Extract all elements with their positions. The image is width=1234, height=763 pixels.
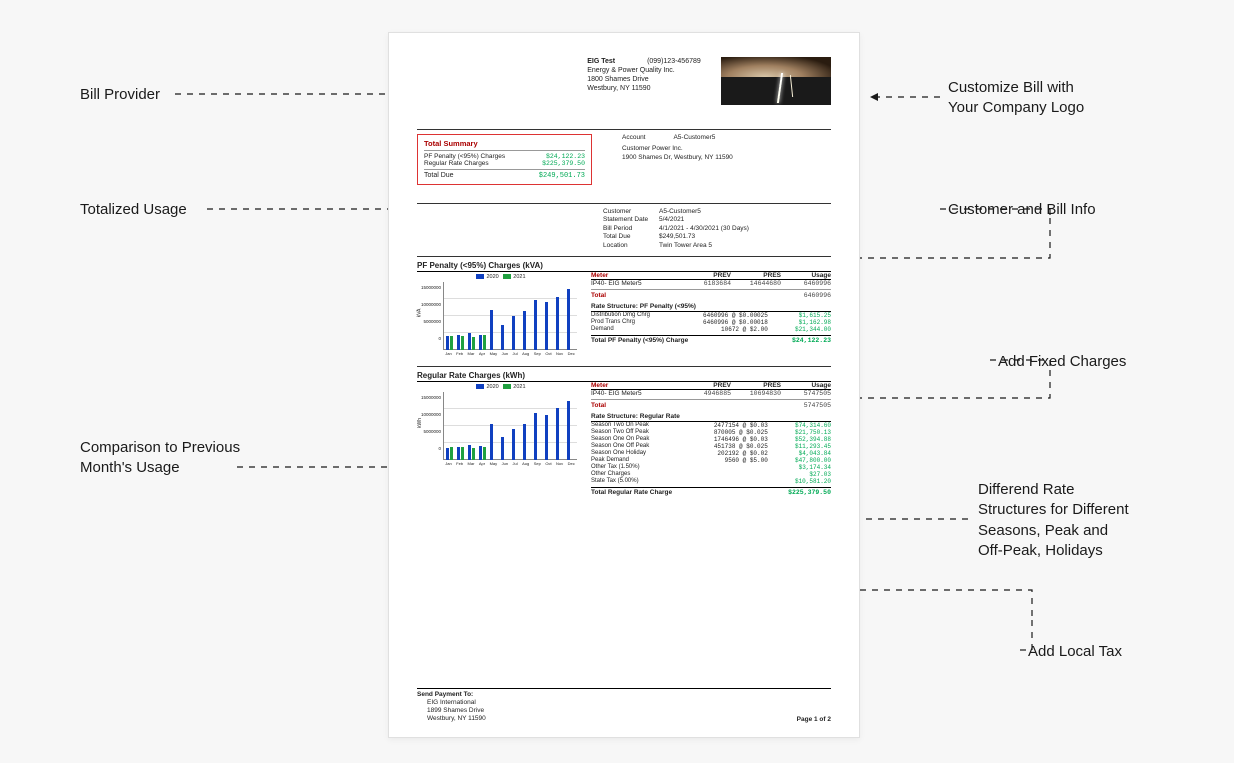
provider-block: EIG Test (099)123-456789 Energy & Power … [587, 57, 701, 105]
summary-title: Total Summary [424, 139, 585, 151]
footer-l2: 1899 Shames Drive [417, 707, 831, 715]
footer-l3: Westbury, NY 11590 [417, 715, 831, 723]
reg-pres: 10694830 [731, 390, 781, 397]
reg-total-usage: 5747505 [781, 402, 831, 409]
bill-page: EIG Test (099)123-456789 Energy & Power … [388, 32, 860, 738]
rate-line: Other Charges$27.03 [591, 471, 831, 478]
rate-line: Season One Off Peak451738 @ $0.025$11,29… [591, 443, 831, 450]
pf-hdr-usage: Usage [781, 272, 831, 279]
callout-add-tax: Add Local Tax [1028, 642, 1122, 662]
legend-2021: 2021 [513, 274, 525, 280]
reg-tot-chg-amt: $225,379.50 [788, 489, 831, 496]
reg-meter-name: IP40- EIG Meter5 [591, 390, 681, 397]
total-summary-box: Total Summary PF Penalty (<95%) Charges $… [417, 134, 592, 185]
account-addr: 1900 Shames Dr, Westbury, NY 11590 [622, 154, 733, 162]
reg-section-title: Regular Rate Charges (kWh) [417, 371, 831, 382]
provider-addr1: 1800 Shames Drive [587, 75, 701, 84]
summary-td-amt: $249,501.73 [539, 172, 585, 180]
reg-prev: 4946885 [681, 390, 731, 397]
pf-pres: 14644680 [731, 280, 781, 287]
info-period-v: 4/1/2021 - 4/30/2021 (30 Days) [659, 225, 749, 233]
pf-tot-chg-label: Total PF Penalty (<95%) Charge [591, 337, 792, 344]
reg-hdr-pres: PRES [731, 382, 781, 389]
reg-rs-title: Rate Structure: Regular Rate [591, 413, 831, 422]
rate-line: Other Tax (1.50%)$3,174.34 [591, 464, 831, 471]
rate-line: State Tax (5.00%)$10,581.20 [591, 478, 831, 485]
company-logo [721, 57, 831, 105]
pf-hdr-meter: Meter [591, 272, 681, 279]
bill-footer: Send Payment To: EIG International 1899 … [417, 688, 831, 724]
info-loc-k: Location [603, 242, 659, 250]
bill-header: EIG Test (099)123-456789 Energy & Power … [417, 57, 831, 105]
info-customer-v: A5-Customer5 [659, 208, 701, 216]
footer-title: Send Payment To: [417, 691, 831, 699]
summary-l1-amt: $24,122.23 [546, 153, 585, 160]
reg-meter-block: Meter PREV PRES Usage IP40- EIG Meter5 4… [591, 382, 831, 496]
rate-line: Demand10672 @ $2.00$21,344.00 [591, 326, 831, 333]
callout-totalized-usage: Totalized Usage [80, 200, 187, 220]
rate-line: Season One Holiday202192 @ $0.02$4,043.8… [591, 450, 831, 457]
rate-line: Season One On Peak1746496 @ $0.03$52,394… [591, 436, 831, 443]
pf-section-title: PF Penalty (<95%) Charges (kVA) [417, 261, 831, 272]
pf-usage: 6460996 [781, 280, 831, 287]
provider-phone: (099)123-456789 [647, 58, 701, 65]
account-id: A5-Customer5 [673, 134, 715, 141]
account-block: Account A5-Customer5 Customer Power Inc.… [622, 134, 733, 185]
callout-bill-provider: Bill Provider [80, 85, 160, 105]
pf-rs-title: Rate Structure: PF Penalty (<95%) [591, 303, 831, 312]
rate-line: Distribution Dmg Chrg6460996 @ $0.00025$… [591, 312, 831, 319]
reg-hdr-meter: Meter [591, 382, 681, 389]
summary-l1-label: PF Penalty (<95%) Charges [424, 153, 505, 160]
provider-name: EIG Test [587, 58, 615, 65]
provider-company: Energy & Power Quality Inc. [587, 66, 701, 75]
pf-prev: 6183684 [681, 280, 731, 287]
info-due-k: Total Due [603, 233, 659, 241]
pf-total-usage: 6460996 [781, 292, 831, 299]
info-customer-k: Customer [603, 208, 659, 216]
account-company: Customer Power Inc. [622, 145, 733, 153]
summary-l2-label: Regular Rate Charges [424, 160, 489, 167]
summary-l2-amt: $225,379.50 [542, 160, 585, 167]
reg-chart: 2020 2021 kWh 150000001000000050000000 J… [417, 382, 585, 496]
callout-customize-logo: Customize Bill with Your Company Logo [948, 78, 1084, 119]
pf-tot-chg-amt: $24,122.23 [792, 337, 831, 344]
rate-line: Season Two Off Peak870005 @ $0.025$21,75… [591, 429, 831, 436]
legend-2021-b: 2021 [513, 384, 525, 390]
pf-total-label: Total [591, 292, 681, 299]
info-stmt-v: 5/4/2021 [659, 216, 684, 224]
provider-addr2: Westbury, NY 11590 [587, 84, 701, 93]
pf-meter-block: Meter PREV PRES Usage IP40- EIG Meter5 6… [591, 272, 831, 360]
info-due-v: $249,501.73 [659, 233, 695, 241]
reg-usage: 5747505 [781, 390, 831, 397]
callout-rate-structures: Differend Rate Structures for Different … [978, 480, 1129, 561]
rate-line: Peak Demand9560 @ $5.00$47,800.00 [591, 457, 831, 464]
reg-hdr-usage: Usage [781, 382, 831, 389]
callout-comparison: Comparison to Previous Month's Usage [80, 438, 240, 479]
reg-hdr-prev: PREV [681, 382, 731, 389]
callout-customer-info: Customer and Bill Info [948, 200, 1096, 220]
account-label: Account [622, 134, 672, 142]
rate-line: Season Two On Peak2477154 @ $0.03$74,314… [591, 422, 831, 429]
bill-info-block: CustomerA5-Customer5 Statement Date5/4/2… [603, 203, 831, 257]
reg-tot-chg-label: Total Regular Rate Charge [591, 489, 788, 496]
info-period-k: Bill Period [603, 225, 659, 233]
pf-hdr-pres: PRES [731, 272, 781, 279]
callout-add-fixed: Add Fixed Charges [998, 352, 1126, 372]
page-number: Page 1 of 2 [797, 716, 831, 723]
footer-l1: EIG International [417, 699, 831, 707]
summary-td-label: Total Due [424, 172, 454, 180]
pf-meter-name: IP40- EIG Meter5 [591, 280, 681, 287]
legend-2020-b: 2020 [486, 384, 498, 390]
reg-total-label: Total [591, 402, 681, 409]
pf-chart: 2020 2021 kVA 150000001000000050000000 J… [417, 272, 585, 360]
info-loc-v: Twin Tower Area 5 [659, 242, 712, 250]
rate-line: Prod Trans Chrg6460996 @ $0.00018$1,162.… [591, 319, 831, 326]
info-stmt-k: Statement Date [603, 216, 659, 224]
legend-2020: 2020 [486, 274, 498, 280]
pf-hdr-prev: PREV [681, 272, 731, 279]
